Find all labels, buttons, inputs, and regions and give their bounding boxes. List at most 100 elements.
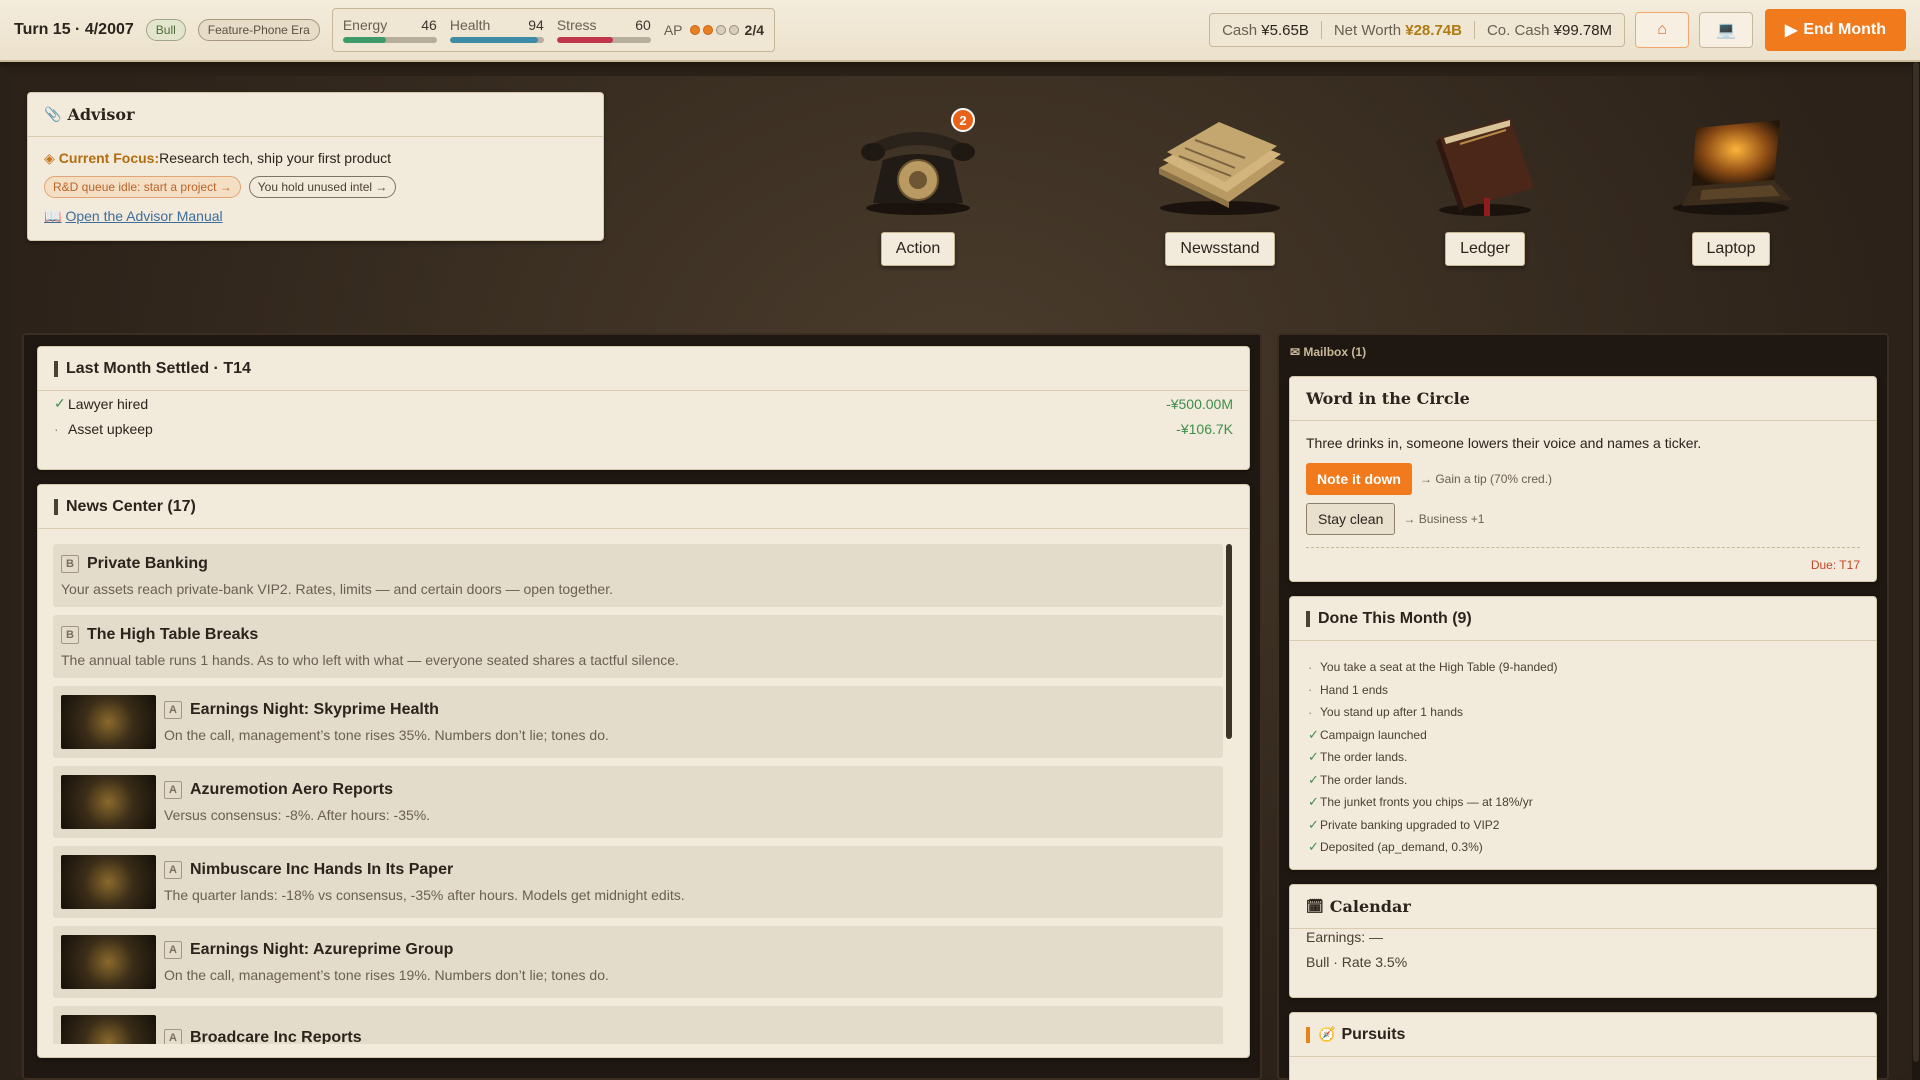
ap-value: 2/4 — [744, 22, 764, 38]
market-badge: Bull — [145, 19, 186, 41]
stress-bar-fill — [556, 37, 614, 43]
hint-unused-intel[interactable]: You hold unused intel → — [248, 176, 397, 198]
news-item[interactable]: A Earnings Night: Skyprime Health On the … — [53, 686, 1223, 758]
news-title: News Center (17) — [66, 497, 196, 515]
focus-label: Current Focus: — [58, 150, 160, 166]
done-item: · You stand up after 1 hands — [1308, 701, 1860, 724]
calendar-panel: 🗓 Calendar Earnings: — Bull · Rate 3.5% — [1289, 884, 1877, 998]
bullet-icon: · — [1308, 659, 1313, 675]
done-header: Done This Month (9) — [1290, 597, 1876, 641]
done-item: · Hand 1 ends — [1308, 679, 1860, 702]
turn-indicator: Turn 15 · 4/2007 — [14, 21, 134, 38]
done-item-text: Hand 1 ends — [1320, 682, 1389, 697]
page-scrollbar[interactable] — [1912, 62, 1920, 1080]
mailbox-label: Mailbox (1) — [1303, 345, 1367, 359]
mail-title: Word in the Circle — [1306, 389, 1470, 408]
advisor-hints: R&D queue idle: start a project → You ho… — [44, 176, 587, 198]
tier-badge: A — [164, 781, 182, 799]
done-this-month-panel: Done This Month (9) · You take a seat at … — [1289, 596, 1877, 870]
settled-row: ✓ Lawyer hired -¥500.00M — [38, 391, 1249, 416]
news-headline: Earnings Night: Skyprime Health — [190, 701, 439, 718]
bullet-icon: · — [1308, 682, 1313, 698]
news-scrollbar[interactable] — [1226, 544, 1232, 739]
divider — [1473, 21, 1475, 39]
pursuits-header: 🧭 Pursuits — [1290, 1013, 1876, 1057]
hotspot-laptop[interactable]: Laptop — [1656, 108, 1806, 266]
news-thumbnail — [61, 935, 156, 989]
newspaper-icon[interactable] — [1145, 108, 1295, 218]
news-item[interactable]: A Earnings Night: Azureprime Group On the… — [53, 926, 1223, 998]
laptop-label[interactable]: Laptop — [1691, 232, 1771, 266]
ap-dot-filled — [702, 25, 713, 35]
done-item: ✓ Deposited (ap_demand, 0.3%) — [1308, 836, 1860, 859]
ledger-book-icon[interactable] — [1410, 108, 1560, 218]
book-icon: 📖 — [44, 208, 62, 224]
stress-bar — [556, 37, 651, 43]
stat-label: Energy — [342, 17, 388, 33]
note-it-down-button[interactable]: Note it down — [1306, 463, 1412, 495]
calendar-header: 🗓 Calendar — [1290, 885, 1876, 929]
advisor-manual-link[interactable]: 📖 Open the Advisor Manual — [44, 208, 587, 225]
advisor-header: 📎 Advisor — [28, 93, 603, 137]
cocash-label: Co. Cash — [1486, 21, 1550, 39]
computer-button[interactable]: 💻 — [1699, 12, 1754, 48]
ledger-label[interactable]: Ledger — [1445, 232, 1525, 266]
choice-row: Stay clean → Business +1 — [1306, 503, 1860, 535]
news-body: On the call, management’s tone rises 35%… — [164, 727, 609, 743]
page-scrollbar-thumb[interactable] — [1913, 62, 1919, 1062]
ap-dots — [687, 25, 739, 35]
focus-text: Research tech, ship your first product — [159, 150, 392, 166]
check-icon: ✓ — [1308, 839, 1319, 855]
end-month-button[interactable]: ▶ End Month — [1765, 9, 1906, 51]
choice-effect: → Business +1 — [1403, 512, 1485, 526]
home-button[interactable]: ⌂ — [1635, 12, 1690, 48]
section-marker — [1306, 1026, 1310, 1043]
hotspot-ledger[interactable]: Ledger — [1410, 108, 1560, 266]
done-item: ✓ Campaign launched — [1308, 724, 1860, 747]
stat-energy: Energy 46 — [342, 17, 437, 43]
newsstand-label[interactable]: Newsstand — [1165, 232, 1275, 266]
done-item: ✓ Private banking upgraded to VIP2 — [1308, 814, 1860, 837]
end-month-label: End Month — [1803, 21, 1886, 38]
news-item[interactable]: A Broadcare Inc Reports — [53, 1006, 1223, 1044]
stat-value: 94 — [528, 17, 544, 33]
pursuits-panel: 🧭 Pursuits — [1289, 1012, 1877, 1080]
news-thumbnail — [61, 855, 156, 909]
news-list[interactable]: B Private Banking Your assets reach priva… — [53, 544, 1223, 1044]
ap-label: AP — [663, 22, 683, 38]
news-item[interactable]: B The High Table Breaks The annual table … — [53, 615, 1223, 678]
choice-effect: → Gain a tip (70% cred.) — [1420, 472, 1553, 486]
news-headline: Earnings Night: Azureprime Group — [190, 941, 454, 958]
done-item-text: Deposited (ap_demand, 0.3%) — [1320, 840, 1483, 855]
action-badge: 2 — [951, 108, 975, 132]
tier-badge: B — [61, 625, 79, 644]
news-body: The annual table runs 1 hands. As to who… — [61, 651, 679, 668]
settled-title: Last Month Settled · T14 — [66, 359, 251, 377]
laptop-icon[interactable] — [1656, 108, 1806, 218]
vital-stats: Energy 46 Health 94 Stress 60 AP 2/4 — [331, 8, 775, 52]
advisor-panel: 📎 Advisor ◈ Current Focus:Research tech, … — [27, 92, 604, 241]
stay-clean-button[interactable]: Stay clean — [1306, 503, 1396, 535]
hint-rnd-idle[interactable]: R&D queue idle: start a project → — [44, 176, 241, 198]
mail-text: Three drinks in, someone lowers their vo… — [1306, 435, 1702, 451]
ap-dot-empty — [715, 25, 726, 35]
done-item-text: The order lands. — [1320, 772, 1408, 787]
telephone-icon[interactable]: 2 — [843, 108, 993, 218]
calendar-title: Calendar — [1329, 897, 1411, 916]
news-item[interactable]: A Azuremotion Aero Reports Versus consens… — [53, 766, 1223, 838]
news-body: The quarter lands: -18% vs consensus, -3… — [164, 887, 685, 903]
news-header: News Center (17) — [38, 485, 1249, 529]
stat-health: Health 94 — [449, 17, 544, 43]
hotspot-newsstand[interactable]: Newsstand — [1145, 108, 1295, 266]
current-focus: ◈ Current Focus:Research tech, ship your … — [44, 150, 587, 167]
news-thumbnail — [61, 1015, 156, 1044]
news-item[interactable]: A Nimbuscare Inc Hands In Its Paper The q… — [53, 846, 1223, 918]
done-item-text: The junket fronts you chips — at 18%/yr — [1320, 795, 1533, 810]
news-item[interactable]: B Private Banking Your assets reach priva… — [53, 544, 1223, 607]
action-label[interactable]: Action — [880, 232, 956, 266]
news-thumbnail — [61, 695, 156, 749]
hotspot-action[interactable]: 2 Action — [843, 108, 993, 266]
choice-row: Note it down → Gain a tip (70% cred.) — [1306, 463, 1860, 495]
settled-header: Last Month Settled · T14 — [38, 347, 1249, 391]
news-body: On the call, management’s tone rises 19%… — [164, 967, 609, 983]
